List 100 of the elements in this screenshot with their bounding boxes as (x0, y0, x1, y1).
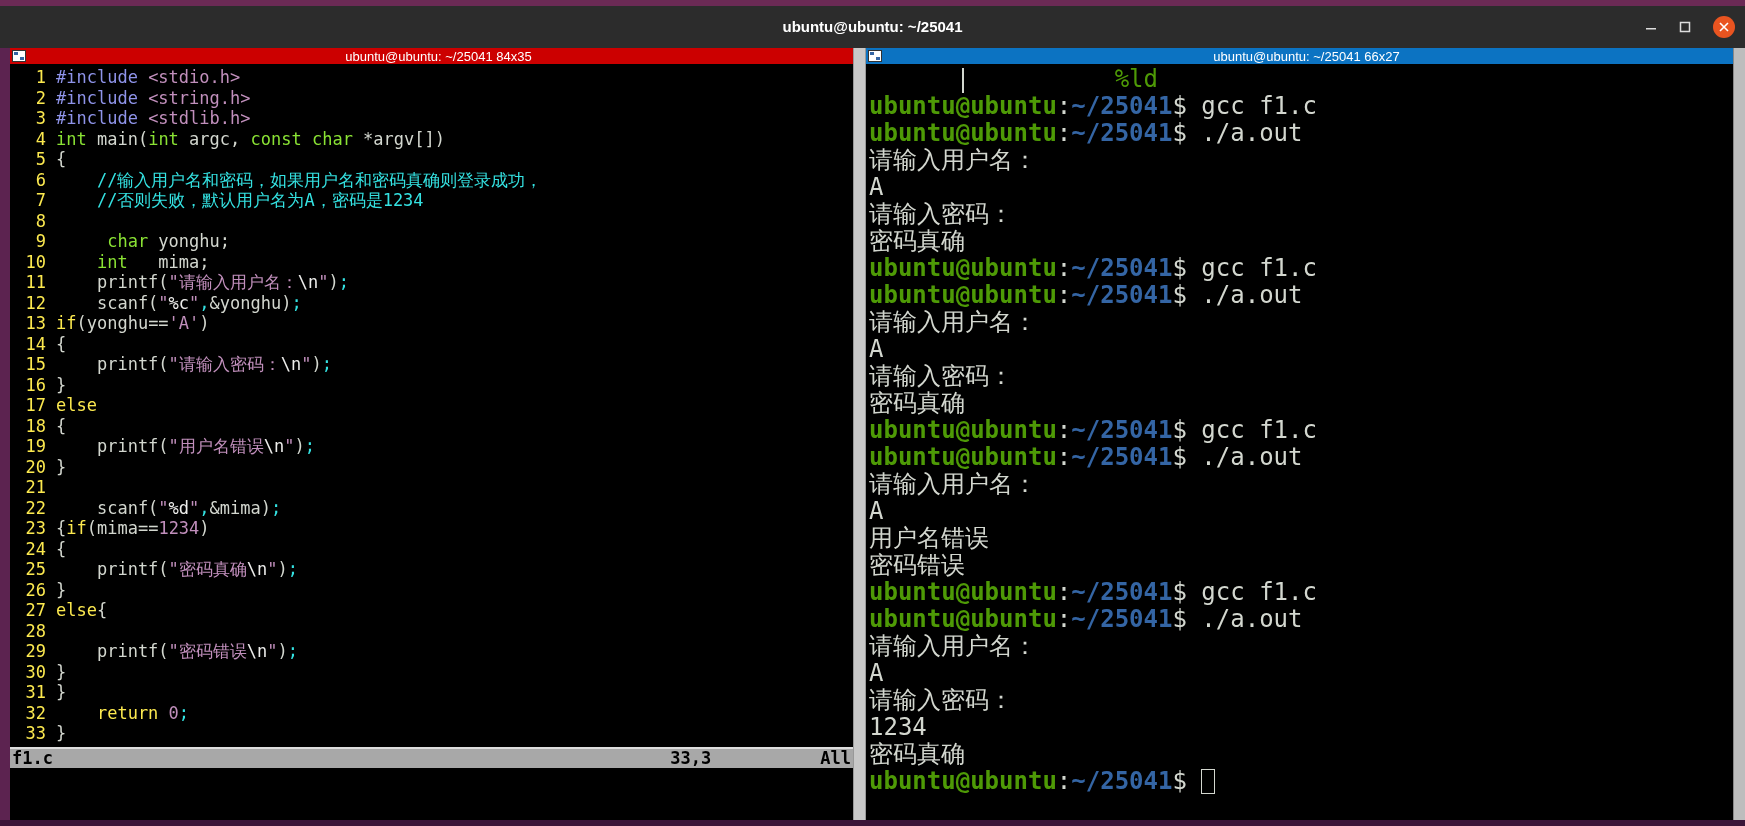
line-number: 31 (24, 682, 47, 703)
line-number: 32 (24, 702, 47, 723)
terminal-line: 请输入用户名： (869, 633, 1037, 660)
line-number: 3 (34, 108, 47, 129)
terminal-icon[interactable] (868, 50, 882, 62)
code-line: int main(int argc, const char *argv[]) (56, 128, 445, 149)
terminal-line: ubuntu@ubuntu:~/25041$ gcc f1.c (869, 579, 1317, 606)
file-name: f1.c (12, 747, 54, 769)
code-line: } (56, 456, 67, 477)
line-number: 29 (24, 641, 47, 662)
code-line: //输入用户名和密码，如果用户名和密码真确则登录成功， (95, 169, 543, 190)
line-number: 23 (24, 518, 47, 539)
code-line: char yonghu; (106, 231, 230, 252)
terminal-line: ubuntu@ubuntu:~/25041$ gcc f1.c (869, 93, 1317, 120)
terminal-line: 密码真确 (869, 390, 965, 417)
terminal-line: | %ld (954, 66, 1158, 93)
line-number: 2 (34, 87, 47, 108)
terminal-line: 密码真确 (869, 228, 965, 255)
terminal-line: 请输入用户名： (869, 147, 1037, 174)
cursor-position: 33,3 (670, 747, 713, 769)
code-line: #include <string.h> (56, 87, 251, 108)
code-line: } (56, 682, 67, 703)
code-line: printf("密码真确\n"); (95, 559, 299, 580)
code-line: { (56, 538, 67, 559)
terminal-line: 请输入密码： (869, 687, 1013, 714)
line-number: 27 (24, 600, 47, 621)
code-line: else (56, 395, 97, 416)
terminal-line: A (869, 174, 884, 201)
terminal-line: A (869, 498, 884, 525)
terminal-line: 请输入密码： (869, 363, 1013, 390)
line-number: 4 (34, 128, 47, 149)
terminal-line: ubuntu@ubuntu:~/25041$ ./a.out (869, 120, 1303, 147)
terminal-line: 密码错误 (869, 552, 965, 579)
code-line: } (56, 723, 67, 744)
code-line: return 0; (95, 702, 190, 723)
line-number: 20 (24, 456, 47, 477)
code-line: int mima; (95, 251, 210, 272)
code-line: printf("请输入用户名：\n"); (95, 272, 350, 293)
code-line: { (56, 149, 67, 170)
window-title: ubuntu@ubuntu: ~/25041 (782, 16, 963, 37)
terminal-line: 请输入用户名： (869, 309, 1037, 336)
line-number: 22 (24, 497, 47, 518)
code-line: } (56, 579, 67, 600)
terminal-line: ubuntu@ubuntu:~/25041$ ./a.out (869, 606, 1303, 633)
line-number: 6 (34, 169, 47, 190)
code-line: { (56, 415, 67, 436)
line-number: 1 (34, 67, 47, 88)
terminal-line: 请输入密码： (869, 201, 1013, 228)
terminal-line: 用户名错误 (869, 525, 989, 552)
terminal-line: ubuntu@ubuntu:~/25041$ gcc f1.c (869, 255, 1317, 282)
line-number: 14 (24, 333, 47, 354)
code-line: printf("密码错误\n"); (95, 641, 299, 662)
terminal-line: ubuntu@ubuntu:~/25041$ (869, 768, 1188, 795)
code-line: if(yonghu=='A') (56, 313, 210, 334)
line-number: 24 (24, 538, 47, 559)
line-number: 28 (24, 620, 47, 641)
line-number: 11 (24, 272, 47, 293)
line-number: 25 (24, 559, 47, 580)
scroll-position: All (820, 747, 851, 769)
terminal-icon[interactable] (12, 50, 26, 62)
line-number: 7 (34, 190, 47, 211)
line-number: 9 (34, 231, 47, 252)
line-number: 12 (24, 292, 47, 313)
terminal-line: ubuntu@ubuntu:~/25041$ ./a.out (869, 444, 1303, 471)
line-number: 18 (24, 415, 47, 436)
terminal-line: A (869, 336, 884, 363)
terminal-line: 密码真确 (869, 741, 965, 768)
code-line: printf("请输入密码：\n"); (95, 354, 333, 375)
close-icon[interactable] (1713, 16, 1735, 38)
line-number: 33 (24, 723, 47, 744)
line-number: 15 (24, 354, 47, 375)
terminal-line: A (869, 660, 884, 687)
line-number: 5 (34, 149, 47, 170)
terminal-line: ubuntu@ubuntu:~/25041$ ./a.out (869, 282, 1303, 309)
code-line: //否则失败，默认用户名为A，密码是1234 (95, 190, 424, 211)
line-number: 30 (24, 661, 47, 682)
line-number: 21 (24, 477, 47, 498)
line-number: 8 (34, 210, 47, 231)
line-number: 10 (24, 251, 47, 272)
line-number: 19 (24, 436, 47, 457)
code-line: {if(mima==1234) (56, 518, 210, 539)
code-line: } (56, 661, 67, 682)
terminal-line: 1234 (869, 714, 927, 741)
maximize-icon[interactable] (1679, 21, 1691, 33)
code-line: scanf("%c",&yonghu); (95, 292, 302, 313)
code-line: scanf("%d",&mima); (95, 497, 282, 518)
line-number: 16 (24, 374, 47, 395)
line-number: 26 (24, 579, 47, 600)
terminal-line: ubuntu@ubuntu:~/25041$ gcc f1.c (869, 417, 1317, 444)
code-line: #include <stdlib.h> (56, 108, 251, 129)
code-line: { (56, 333, 67, 354)
code-line: #include <stdio.h> (56, 67, 241, 88)
line-number: 17 (24, 395, 47, 416)
code-line: printf("用户名错误\n"); (95, 436, 316, 457)
code-line: else{ (56, 600, 108, 621)
pane-title: ubuntu@ubuntu: ~/25041 84x35 (344, 49, 533, 63)
pane-title: ubuntu@ubuntu: ~/25041 66x27 (1212, 49, 1401, 63)
terminal-line: 请输入用户名： (869, 471, 1037, 498)
code-line: } (56, 374, 67, 395)
line-number: 13 (24, 313, 47, 334)
